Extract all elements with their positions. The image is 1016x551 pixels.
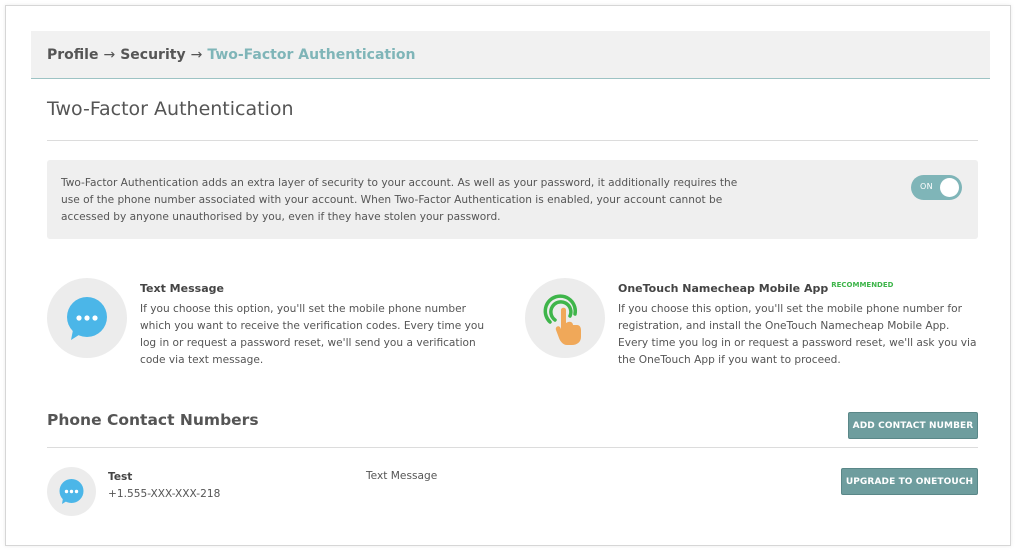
chat-bubble-icon: [47, 278, 127, 358]
option-description: If you choose this option, you'll set th…: [618, 303, 977, 366]
contact-row: Test +1.555-XXX-XXX-218 Text Message UPG…: [47, 467, 978, 517]
breadcrumb-current: Two-Factor Authentication: [207, 46, 416, 63]
phone-contacts-title: Phone Contact Numbers: [47, 411, 259, 429]
option-title: Text Message: [140, 282, 224, 295]
recommended-badge: RECOMMENDED: [831, 281, 894, 289]
breadcrumb-separator: →: [103, 46, 116, 63]
contact-phone: +1.555-XXX-XXX-218: [108, 488, 221, 500]
add-contact-number-button[interactable]: ADD CONTACT NUMBER: [848, 412, 978, 439]
two-factor-description: Two-Factor Authentication adds an extra …: [61, 177, 738, 223]
option-description: If you choose this option, you'll set th…: [140, 303, 485, 366]
contact-method: Text Message: [366, 470, 438, 482]
option-title: OneTouch Namecheap Mobile App RECOMMENDED: [618, 281, 894, 295]
upgrade-to-onetouch-button[interactable]: UPGRADE TO ONETOUCH: [841, 468, 978, 495]
breadcrumb-profile[interactable]: Profile: [47, 47, 98, 63]
chat-bubble-icon: [47, 467, 96, 516]
option-title-text: OneTouch Namecheap Mobile App: [618, 282, 829, 295]
contact-name: Test: [108, 471, 133, 483]
breadcrumb: Profile → Security → Two-Factor Authenti…: [31, 31, 990, 79]
section-divider: [47, 447, 978, 448]
breadcrumb-separator: →: [190, 46, 203, 63]
touch-hand-icon: [525, 278, 605, 358]
two-factor-info-box: Two-Factor Authentication adds an extra …: [47, 160, 978, 239]
two-factor-toggle[interactable]: ON: [911, 175, 962, 200]
page-title: Two-Factor Authentication: [47, 98, 294, 120]
title-divider: [47, 140, 978, 141]
toggle-knob: [940, 178, 959, 197]
page-frame: [5, 5, 1011, 546]
toggle-state-label: ON: [920, 182, 933, 191]
breadcrumb-security[interactable]: Security: [120, 47, 185, 63]
